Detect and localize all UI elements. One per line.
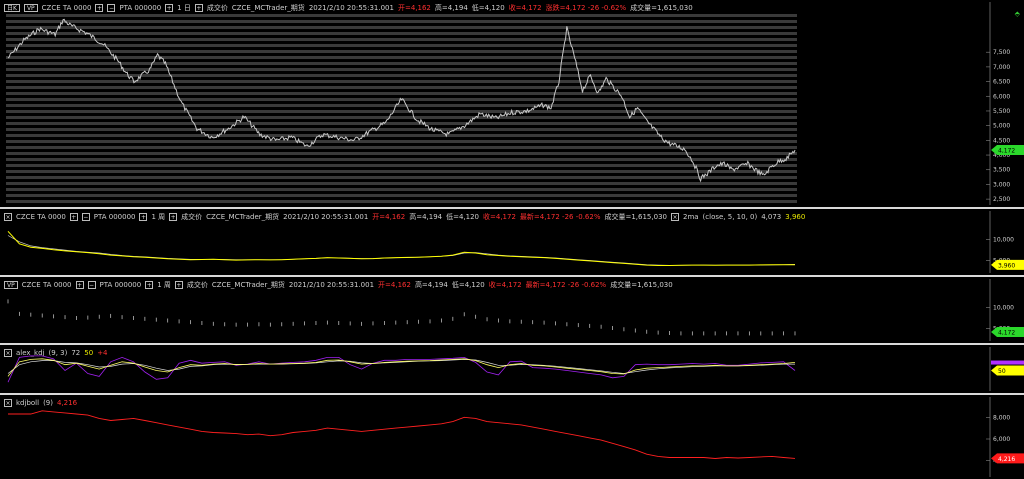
ma-chart: 5,00010,0003,960 xyxy=(7,211,1024,273)
grid-stripe xyxy=(6,140,797,143)
grid-stripe xyxy=(6,164,797,167)
grid-stripe xyxy=(6,176,797,179)
volume-chart: 5,00010,0004,172 xyxy=(7,279,1024,341)
boll-panel[interactable]: × kdjboll (9) 4,216 4,0006,0008,0004,216 xyxy=(0,395,1024,479)
y-axis-tick-label: 5,500 xyxy=(993,108,1010,115)
y-axis-tick-label: 10,000 xyxy=(993,305,1014,312)
grid-stripe xyxy=(6,56,797,59)
grid-stripe xyxy=(6,80,797,83)
grid-stripe xyxy=(6,20,797,23)
price-tag-label: 4,172 xyxy=(998,147,1015,154)
y-axis-tick-label: 2,500 xyxy=(993,196,1010,203)
grid-stripe xyxy=(6,14,797,17)
kdj-panel[interactable]: × alex_kdj (9, 3) 72 50 +4 50 xyxy=(0,345,1024,393)
kdj-j-line xyxy=(7,355,796,383)
price-tag-label: 50 xyxy=(998,368,1006,375)
kdj-chart: 50 xyxy=(7,347,1024,391)
ma-panel[interactable]: × CZCE TA 0000 + − PTA 000000 + 1 周 + 成交… xyxy=(0,209,1024,275)
grid-stripe xyxy=(6,86,797,89)
grid-stripe xyxy=(6,104,797,107)
boll-line xyxy=(8,410,796,459)
y-axis-tick-label: 6,000 xyxy=(993,436,1010,443)
price-tag-label: 4,172 xyxy=(998,329,1015,336)
grid-stripe xyxy=(6,68,797,71)
price-tag-label: 4,216 xyxy=(998,456,1015,463)
boll-chart: 4,0006,0008,0004,216 xyxy=(8,397,1024,477)
y-axis-tick-label: 3,500 xyxy=(993,167,1010,174)
y-axis-tick-label: 7,000 xyxy=(993,64,1010,71)
grid-stripe xyxy=(6,152,797,155)
volume-panel[interactable]: VP CZCE TA 0000 + − PTA 000000 + 1 周 + 成… xyxy=(0,277,1024,343)
ma-slow-line xyxy=(7,235,796,266)
ma-fast-line xyxy=(7,230,795,266)
grid-stripe xyxy=(6,182,797,185)
grid-stripe xyxy=(6,44,797,47)
y-axis-tick-label: 4,500 xyxy=(993,137,1010,144)
grid-stripe xyxy=(6,32,797,35)
grid-stripe xyxy=(6,194,797,197)
grid-stripe xyxy=(6,62,797,65)
grid-stripe xyxy=(6,188,797,191)
y-axis-tick-label: 7,500 xyxy=(993,49,1010,56)
grid-stripe xyxy=(6,122,797,125)
grid-stripe xyxy=(6,158,797,161)
grid-stripe xyxy=(6,92,797,95)
y-axis-tick-label: 6,500 xyxy=(993,79,1010,86)
y-axis-tick-label: 3,000 xyxy=(993,181,1010,188)
grid-stripe xyxy=(6,134,797,137)
grid-stripe xyxy=(6,74,797,77)
grid-stripe xyxy=(6,26,797,29)
y-axis-tick-label: 8,000 xyxy=(993,414,1010,421)
price-chart: 2,5003,0003,5004,0004,5005,0005,5006,000… xyxy=(6,2,1024,205)
y-axis-tick-label: 5,000 xyxy=(993,123,1010,130)
grid-stripe xyxy=(6,170,797,173)
grid-stripe xyxy=(6,128,797,131)
kdj-j-tag xyxy=(991,360,1024,365)
grid-stripe xyxy=(6,50,797,53)
grid-stripe xyxy=(6,38,797,41)
y-axis-tick-label: 10,000 xyxy=(993,237,1014,244)
grid-stripe xyxy=(6,200,797,203)
y-axis-tick-label: 6,000 xyxy=(993,93,1010,100)
price-tag-label: 3,960 xyxy=(998,262,1015,269)
price-tag-marker xyxy=(991,365,1024,376)
grid-stripe xyxy=(6,110,797,113)
price-panel[interactable]: 日K VP CZCE TA 0000 + − PTA 000000 + 1 日 … xyxy=(0,0,1024,207)
grid-stripe xyxy=(6,116,797,119)
